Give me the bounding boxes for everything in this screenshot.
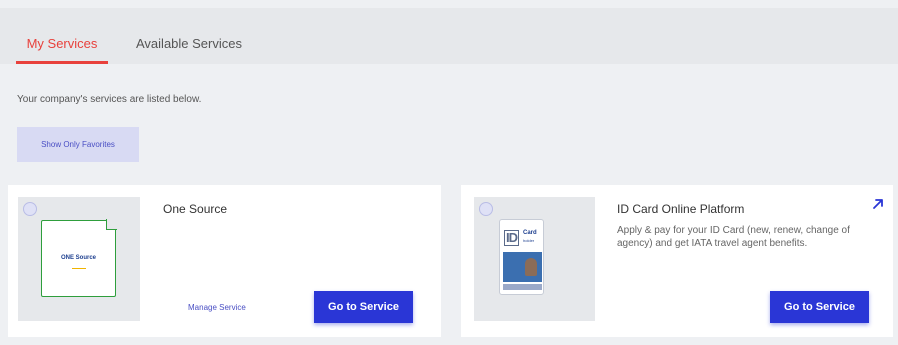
service-logo-frame: ONE Source [18, 197, 140, 321]
intro-text: Your company's services are listed below… [17, 94, 202, 105]
tab-available-services[interactable]: Available Services [136, 8, 242, 64]
one-source-logo-text: ONE Source [60, 255, 96, 261]
service-card-id-card: ID Card holder ID Card Online Platform A… [461, 185, 893, 337]
manage-service-link[interactable]: Manage Service [188, 303, 246, 312]
id-card-logo-header: ID Card holder [503, 228, 541, 250]
id-card-logo-id: ID [504, 230, 519, 246]
id-card-logo-holder: holder [523, 238, 535, 243]
tab-bar: My Services Available Services [0, 8, 898, 64]
go-to-service-button[interactable]: Go to Service [770, 291, 869, 323]
show-only-favorites-button[interactable]: Show Only Favorites [17, 127, 139, 162]
service-logo-frame: ID Card holder [474, 197, 595, 321]
intro-section: Your company's services are listed below… [0, 64, 898, 122]
favorite-radio[interactable] [23, 202, 37, 216]
id-card-photo [503, 252, 542, 282]
tab-my-services[interactable]: My Services [16, 8, 108, 64]
service-title: One Source [163, 202, 228, 216]
favorite-radio[interactable] [479, 202, 493, 216]
service-description: Apply & pay for your ID Card (new, renew… [617, 225, 850, 249]
one-source-logo: ONE Source [41, 219, 117, 297]
id-card-logo: ID Card holder [499, 219, 544, 295]
service-card-one-source: ONE Source One Source Manage Service Go … [8, 185, 441, 337]
id-card-strip [503, 284, 542, 290]
logo-underline [72, 268, 86, 269]
service-title: ID Card Online Platform [617, 202, 745, 216]
arrow-up-right-icon[interactable] [871, 197, 885, 211]
go-to-service-button[interactable]: Go to Service [314, 291, 413, 323]
id-card-logo-card: Card [523, 230, 537, 236]
